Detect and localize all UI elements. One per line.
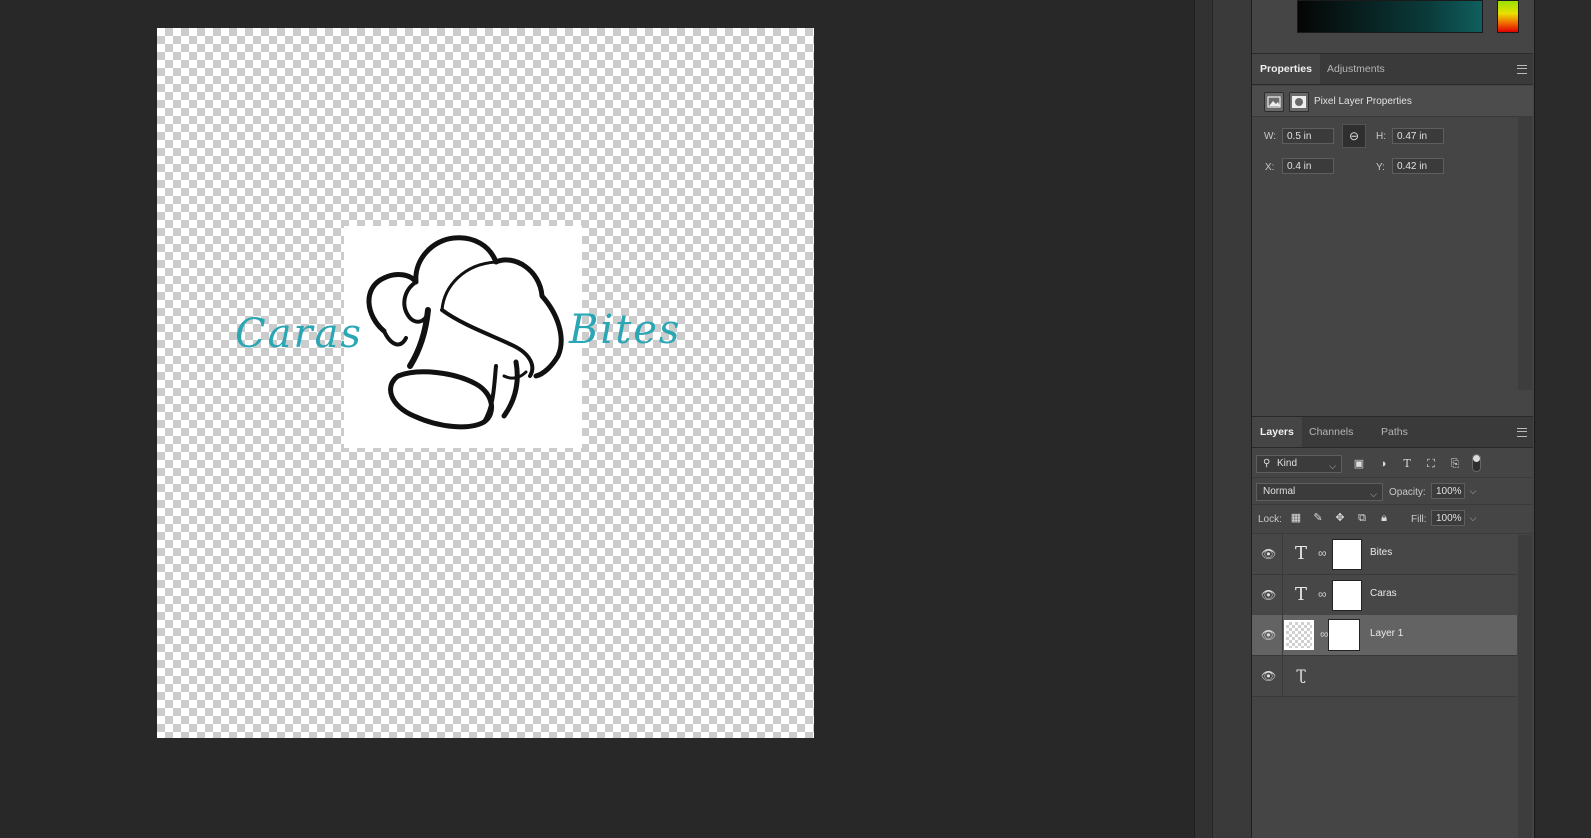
filter-smart-object-icon[interactable]: ⎘ [1448, 457, 1462, 471]
fill-label: Fill: [1411, 514, 1427, 525]
layer-name[interactable]: Layer 1 [1370, 628, 1403, 639]
chef-hat-image[interactable] [344, 226, 582, 448]
lock-position-icon[interactable]: ✥ [1333, 511, 1347, 525]
eye-icon[interactable]: 👁︎ [1261, 669, 1276, 683]
chevron-down-icon: ⌵ [1329, 461, 1336, 471]
dock-right-edge [1534, 0, 1591, 838]
panel-menu-icon[interactable] [1517, 428, 1527, 437]
layers-tabbar: Layers Channels Paths [1252, 416, 1533, 448]
pixel-layer-icon[interactable] [1264, 92, 1284, 112]
layer-row-caras[interactable]: 👁︎ T ∞ Caras [1252, 575, 1517, 616]
layer-mask-thumbnail[interactable] [1332, 580, 1362, 611]
x-label: X: [1265, 162, 1275, 173]
caras-text[interactable]: Caras [235, 314, 363, 354]
filter-adjustment-icon[interactable]: ◑ [1376, 457, 1390, 471]
h-label: H: [1376, 131, 1386, 142]
layer-name[interactable]: Bites [1370, 547, 1392, 558]
eye-icon[interactable]: 👁︎ [1261, 547, 1276, 561]
tab-channels[interactable]: Channels [1301, 417, 1361, 447]
search-icon: ⚲ [1263, 458, 1271, 469]
layer-mask-thumbnail[interactable] [1328, 619, 1360, 651]
w-label: W: [1264, 131, 1277, 142]
chain-link-icon[interactable]: ∞ [1318, 546, 1327, 560]
properties-header: Pixel Layer Properties [1252, 86, 1533, 117]
x-field[interactable]: 0.4 in [1282, 158, 1334, 174]
color-picker-field[interactable] [1297, 0, 1483, 33]
tab-properties[interactable]: Properties [1252, 54, 1320, 84]
height-field[interactable]: 0.47 in [1392, 128, 1444, 144]
eye-icon[interactable]: 👁︎ [1261, 628, 1276, 642]
hue-slider[interactable] [1497, 0, 1519, 33]
text-layer-icon: T [1294, 543, 1307, 564]
text-layer-icon: T [1294, 584, 1307, 605]
layer-thumbnail[interactable] [1284, 620, 1314, 650]
y-field[interactable]: 0.42 in [1392, 158, 1444, 174]
lock-image-pixels-icon[interactable]: ✎ [1311, 511, 1325, 525]
filter-shape-icon[interactable]: ⛶ [1424, 457, 1438, 471]
filter-type-icon[interactable]: T [1400, 457, 1414, 471]
width-field[interactable]: 0.5 in [1282, 128, 1334, 144]
layer-row-warped-text[interactable]: 👁︎ Ʈ [1252, 656, 1517, 697]
y-label: Y: [1376, 162, 1385, 173]
lock-transparent-pixels-icon[interactable]: ▦ [1289, 511, 1303, 525]
warped-text-layer-icon: Ʈ [1296, 668, 1306, 684]
blend-mode-value: Normal [1263, 486, 1296, 497]
bites-text[interactable]: Bites [569, 310, 681, 350]
dock-icon-column[interactable] [1212, 0, 1251, 838]
layer-name[interactable]: Caras [1370, 588, 1397, 599]
filter-pixel-icon[interactable]: ▣ [1352, 457, 1366, 471]
layer-row-layer-1[interactable]: 👁︎ ∞ Layer 1 [1252, 615, 1517, 656]
properties-scrollbar[interactable] [1518, 116, 1532, 390]
opacity-chevron-icon[interactable]: ⌵ [1467, 483, 1479, 499]
opacity-field[interactable]: 100% [1431, 483, 1465, 499]
chevron-down-icon: ⌵ [1370, 489, 1377, 499]
opacity-label: Opacity: [1389, 487, 1426, 498]
fill-field[interactable]: 100% [1431, 510, 1465, 526]
filter-kind-select[interactable]: ⚲ Kind ⌵ [1256, 455, 1342, 473]
properties-tabbar: Properties Adjustments [1252, 53, 1533, 85]
chef-hat-icon [366, 235, 564, 430]
chain-link-icon[interactable]: ∞ [1320, 627, 1329, 641]
layer-mask-icon[interactable] [1289, 92, 1309, 112]
lock-all-icon[interactable]: 🔒︎ [1377, 511, 1391, 525]
tab-paths[interactable]: Paths [1373, 417, 1416, 447]
link-dimensions-button[interactable]: ⊖ [1342, 124, 1366, 148]
filter-kind-value: Kind [1277, 458, 1298, 469]
tab-layers[interactable]: Layers [1252, 417, 1302, 447]
panel-menu-icon[interactable] [1517, 65, 1527, 74]
chain-link-icon[interactable]: ∞ [1318, 587, 1327, 601]
blend-mode-select[interactable]: Normal ⌵ [1256, 483, 1383, 501]
layer-mask-thumbnail[interactable] [1332, 539, 1362, 570]
eye-icon[interactable]: 👁︎ [1261, 588, 1276, 602]
layer-row-bites[interactable]: 👁︎ T ∞ Bites [1252, 534, 1517, 575]
lock-artboard-icon[interactable]: ⧉ [1355, 511, 1369, 525]
tab-adjustments[interactable]: Adjustments [1319, 54, 1393, 84]
chain-link-icon: ⊖ [1348, 129, 1360, 143]
fill-chevron-icon[interactable]: ⌵ [1467, 510, 1479, 526]
document-canvas[interactable]: Caras Bites [157, 28, 814, 738]
dock-collapsed-strip[interactable] [1194, 0, 1213, 838]
lock-label: Lock: [1258, 514, 1282, 525]
filter-toggle[interactable] [1472, 454, 1481, 472]
properties-title: Pixel Layer Properties [1314, 96, 1412, 107]
layers-scrollbar[interactable] [1518, 535, 1532, 838]
